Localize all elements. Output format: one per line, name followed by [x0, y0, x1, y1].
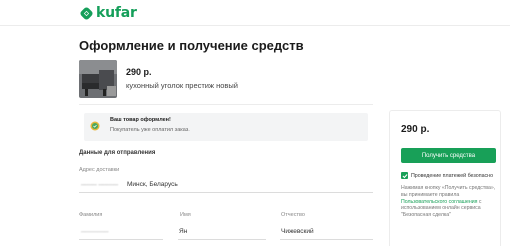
safe-payment-label: Проведение платежей безопасно	[411, 172, 494, 179]
get-funds-button[interactable]: Получить средства	[401, 148, 496, 163]
middle-name-field[interactable]: Чижевский	[280, 224, 373, 240]
address-value: Минск, Беларусь	[127, 181, 178, 188]
user-agreement-link[interactable]: Пользовательского соглашения	[401, 199, 477, 205]
last-name-field[interactable]: ━━━━━━━	[79, 224, 163, 240]
product-thumbnail[interactable]	[79, 60, 117, 98]
last-name-hint: ━━━━━━━	[81, 229, 109, 236]
safe-payment-row: Проведение платежей безопасно	[401, 172, 493, 179]
middle-name-label: Отчество	[281, 212, 305, 218]
divider	[79, 104, 373, 105]
kufar-logo[interactable]: kufar	[80, 6, 137, 20]
kufar-logo-icon	[80, 6, 93, 20]
first-name-field[interactable]: Ян	[178, 224, 266, 240]
terms-text: Нажимая кнопку «Получить средства», вы п…	[401, 185, 499, 219]
address-label: Адрес доставки	[79, 167, 120, 173]
terms-before: Нажимая кнопку «Получить средства», вы п…	[401, 185, 496, 198]
product-summary: 290 р. кухонный уголок престиж новый	[79, 60, 238, 98]
address-hint: ━━━━ ━━━━━	[81, 182, 119, 189]
middle-name-value: Чижевский	[281, 228, 314, 235]
product-price: 290 р.	[126, 67, 152, 77]
order-confirmed-notice: Ваш товар оформлен! Покупатель уже оплат…	[84, 113, 368, 141]
first-name-label: Имя	[180, 212, 191, 218]
top-header: kufar	[0, 0, 510, 26]
address-field[interactable]: ━━━━ ━━━━━ Минск, Беларусь	[79, 177, 373, 193]
page-title: Оформление и получение средств	[79, 38, 304, 53]
product-name: кухонный уголок престиж новый	[126, 81, 238, 90]
notice-subtitle: Покупатель уже оплатил заказ.	[110, 127, 190, 133]
logo-text: kufar	[96, 5, 137, 21]
success-badge-icon	[90, 121, 100, 131]
last-name-label: Фамилия	[79, 212, 103, 218]
payout-amount: 290 р.	[401, 124, 430, 135]
first-name-value: Ян	[179, 228, 188, 235]
notice-title: Ваш товар оформлен!	[110, 117, 171, 123]
check-icon	[402, 173, 408, 178]
shipping-section-title: Данные для отправления	[79, 150, 156, 156]
payout-card: 290 р. Получить средства Проведение плат…	[389, 110, 501, 246]
safe-payment-checkbox[interactable]	[401, 172, 408, 179]
